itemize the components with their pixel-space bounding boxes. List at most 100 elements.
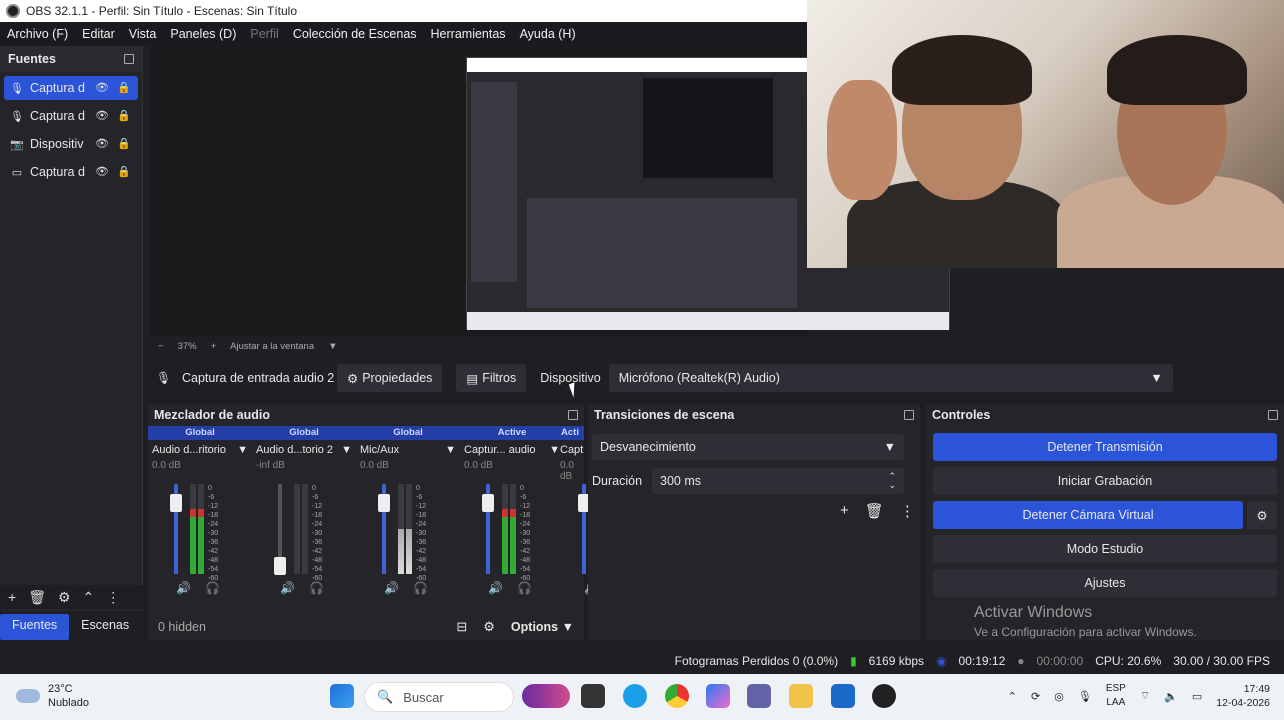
properties-button[interactable]: ⚙ Propiedades — [337, 364, 443, 392]
zoom-in-button[interactable]: + — [211, 341, 217, 352]
stop-stream-button[interactable]: Detener Transmisión — [933, 433, 1277, 461]
volume-fader-knob[interactable] — [274, 557, 286, 576]
network-tray-icon[interactable]: ◎ — [1054, 690, 1064, 703]
chrome-icon[interactable] — [665, 684, 689, 708]
sync-icon[interactable]: ⟳ — [1031, 690, 1040, 703]
eye-icon[interactable]: 👁 — [94, 109, 110, 123]
add-icon[interactable]: + — [840, 502, 849, 520]
headphones-icon[interactable]: 🎧 — [517, 581, 532, 595]
meter-tick: -42 — [416, 548, 427, 555]
teams-icon[interactable] — [747, 684, 771, 708]
obs-taskbar-icon[interactable] — [872, 684, 896, 708]
lock-icon[interactable]: 🔒 — [116, 109, 132, 123]
menu-herramientas[interactable]: Herramientas — [424, 27, 513, 41]
chevron-up-icon[interactable]: ⌃ — [83, 589, 95, 606]
sources-dock: Fuentes 🎙 Captura d 👁 🔒 🎙 Captura d 👁 🔒 … — [0, 46, 143, 611]
menu-archivo[interactable]: Archivo (F) — [0, 27, 75, 41]
source-item[interactable]: ▭ Captura d 👁 🔒 — [4, 160, 138, 184]
windows-start-icon[interactable] — [330, 684, 354, 708]
trash-icon[interactable]: 🗑 — [865, 502, 884, 520]
meter-scale: 0-6-12-18-24-30-36-42-48-54-60 — [208, 484, 218, 583]
layout-icon[interactable]: ⊟ — [456, 619, 467, 635]
filters-button[interactable]: ▤ Filtros — [456, 364, 527, 392]
terminal-icon[interactable] — [581, 684, 605, 708]
virtual-cam-settings-button[interactable]: ⚙ — [1247, 501, 1277, 529]
monitor-icon: ▭ — [11, 166, 23, 179]
options-button[interactable]: Options ▼ — [511, 620, 574, 634]
language-indicator[interactable]: ESP LAA — [1106, 682, 1126, 710]
menu-ayuda[interactable]: Ayuda (H) — [513, 27, 583, 41]
fit-window-button[interactable]: Ajustar a la ventana — [230, 341, 314, 352]
headphones-icon[interactable]: 🎧 — [205, 581, 220, 595]
signal-icon: ▮ — [850, 654, 857, 668]
eye-icon[interactable]: 👁 — [94, 137, 110, 151]
channel-name[interactable]: Audio d...torio 2 ▼ — [252, 440, 356, 460]
meter-tick: -18 — [312, 512, 323, 519]
source-item[interactable]: 🎙 Captura d 👁 🔒 — [4, 104, 138, 128]
studio-mode-button[interactable]: Modo Estudio — [933, 535, 1277, 563]
lock-icon[interactable]: 🔒 — [116, 137, 132, 151]
source-item[interactable]: 🎙 Captura d 👁 🔒 — [4, 76, 138, 100]
start-recording-button[interactable]: Iniciar Grabación — [933, 467, 1277, 495]
outlook-icon[interactable] — [831, 684, 855, 708]
source-item[interactable]: 📷 Dispositiv 👁 🔒 — [4, 132, 138, 156]
speaker-icon[interactable]: 🔊 — [280, 581, 295, 595]
folder-icon[interactable] — [789, 684, 813, 708]
volume-fader-knob[interactable] — [482, 494, 494, 513]
gear-icon[interactable]: ⚙ — [58, 589, 71, 606]
microphone-icon[interactable]: 🎙 — [1078, 690, 1092, 703]
headphones-icon[interactable]: 🎧 — [309, 581, 324, 595]
add-source-icon[interactable]: + — [8, 589, 16, 605]
context-bar: 🎙 Captura de entrada audio 2 ⚙ Propiedade… — [150, 362, 1284, 394]
lock-icon[interactable]: 🔒 — [116, 165, 132, 179]
tab-escenas[interactable]: Escenas — [69, 614, 141, 640]
wifi-icon[interactable]: ⌔ — [1140, 689, 1150, 703]
record-status-icon: ● — [1017, 654, 1025, 668]
channel-name[interactable]: Captur...ur▼ — [556, 440, 584, 460]
tab-fuentes[interactable]: Fuentes — [0, 614, 70, 640]
device-select[interactable]: Micrófono (Realtek(R) Audio) ▼ — [608, 364, 1173, 392]
menu-coleccion-escenas[interactable]: Colección de Escenas — [286, 27, 424, 41]
chevron-down-icon[interactable]: ▼ — [328, 341, 337, 352]
transition-select[interactable]: Desvanecimiento ▼ — [592, 434, 904, 460]
meter-tick: 0 — [416, 485, 420, 492]
channel-name[interactable]: Mic/Aux ▼ — [356, 440, 460, 460]
stop-virtual-cam-button[interactable]: Detener Cámara Virtual — [933, 501, 1243, 529]
zoom-out-button[interactable]: − — [158, 341, 164, 352]
undock-icon[interactable] — [904, 410, 914, 420]
speaker-icon[interactable]: 🔊 — [384, 581, 399, 595]
undock-icon[interactable] — [124, 54, 134, 64]
headphones-icon[interactable]: 🎧 — [413, 581, 428, 595]
undock-icon[interactable] — [568, 410, 578, 420]
weather-widget[interactable]: 23°C Nublado — [16, 682, 89, 710]
copilot-icon[interactable] — [706, 684, 730, 708]
menu-paneles[interactable]: Paneles (D) — [163, 27, 243, 41]
eye-icon[interactable]: 👁 — [94, 165, 110, 179]
battery-icon[interactable]: ▭ — [1192, 690, 1202, 703]
more-icon[interactable]: ⋮ — [106, 589, 120, 606]
channel-name[interactable]: Audio d...ritorio ▼ — [148, 440, 252, 460]
clock[interactable]: 17:49 12-04-2026 — [1216, 682, 1270, 710]
more-icon[interactable]: ⋮ — [900, 502, 915, 520]
volume-fader-knob[interactable] — [378, 494, 390, 513]
volume-icon[interactable]: 🔈 — [1164, 690, 1178, 703]
speaker-icon[interactable]: 🔊 — [176, 581, 191, 595]
advanced-settings-icon[interactable]: ⚙ — [483, 619, 495, 635]
eye-icon[interactable]: 👁 — [94, 81, 110, 95]
duration-spinbox[interactable]: 300 ms ⌃ ⌄ — [652, 468, 904, 494]
meter-tick: -54 — [520, 566, 531, 573]
channel-name[interactable]: Captur... audio ▼ — [460, 440, 564, 460]
menu-vista[interactable]: Vista — [122, 27, 164, 41]
volume-fader-knob[interactable] — [170, 494, 182, 513]
trash-icon[interactable]: 🗑 — [28, 589, 46, 606]
taskbar-search[interactable]: 🔍 Buscar — [364, 682, 514, 712]
search-highlight-icon[interactable] — [522, 684, 570, 708]
menu-editar[interactable]: Editar — [75, 27, 122, 41]
lock-icon[interactable]: 🔒 — [116, 81, 132, 95]
undock-icon[interactable] — [1268, 410, 1278, 420]
settings-button[interactable]: Ajustes — [933, 569, 1277, 597]
meter-tick: -6 — [312, 494, 319, 501]
chevron-up-icon[interactable]: ⌃ — [1008, 690, 1017, 703]
edge-icon[interactable] — [623, 684, 647, 708]
speaker-icon[interactable]: 🔊 — [488, 581, 503, 595]
